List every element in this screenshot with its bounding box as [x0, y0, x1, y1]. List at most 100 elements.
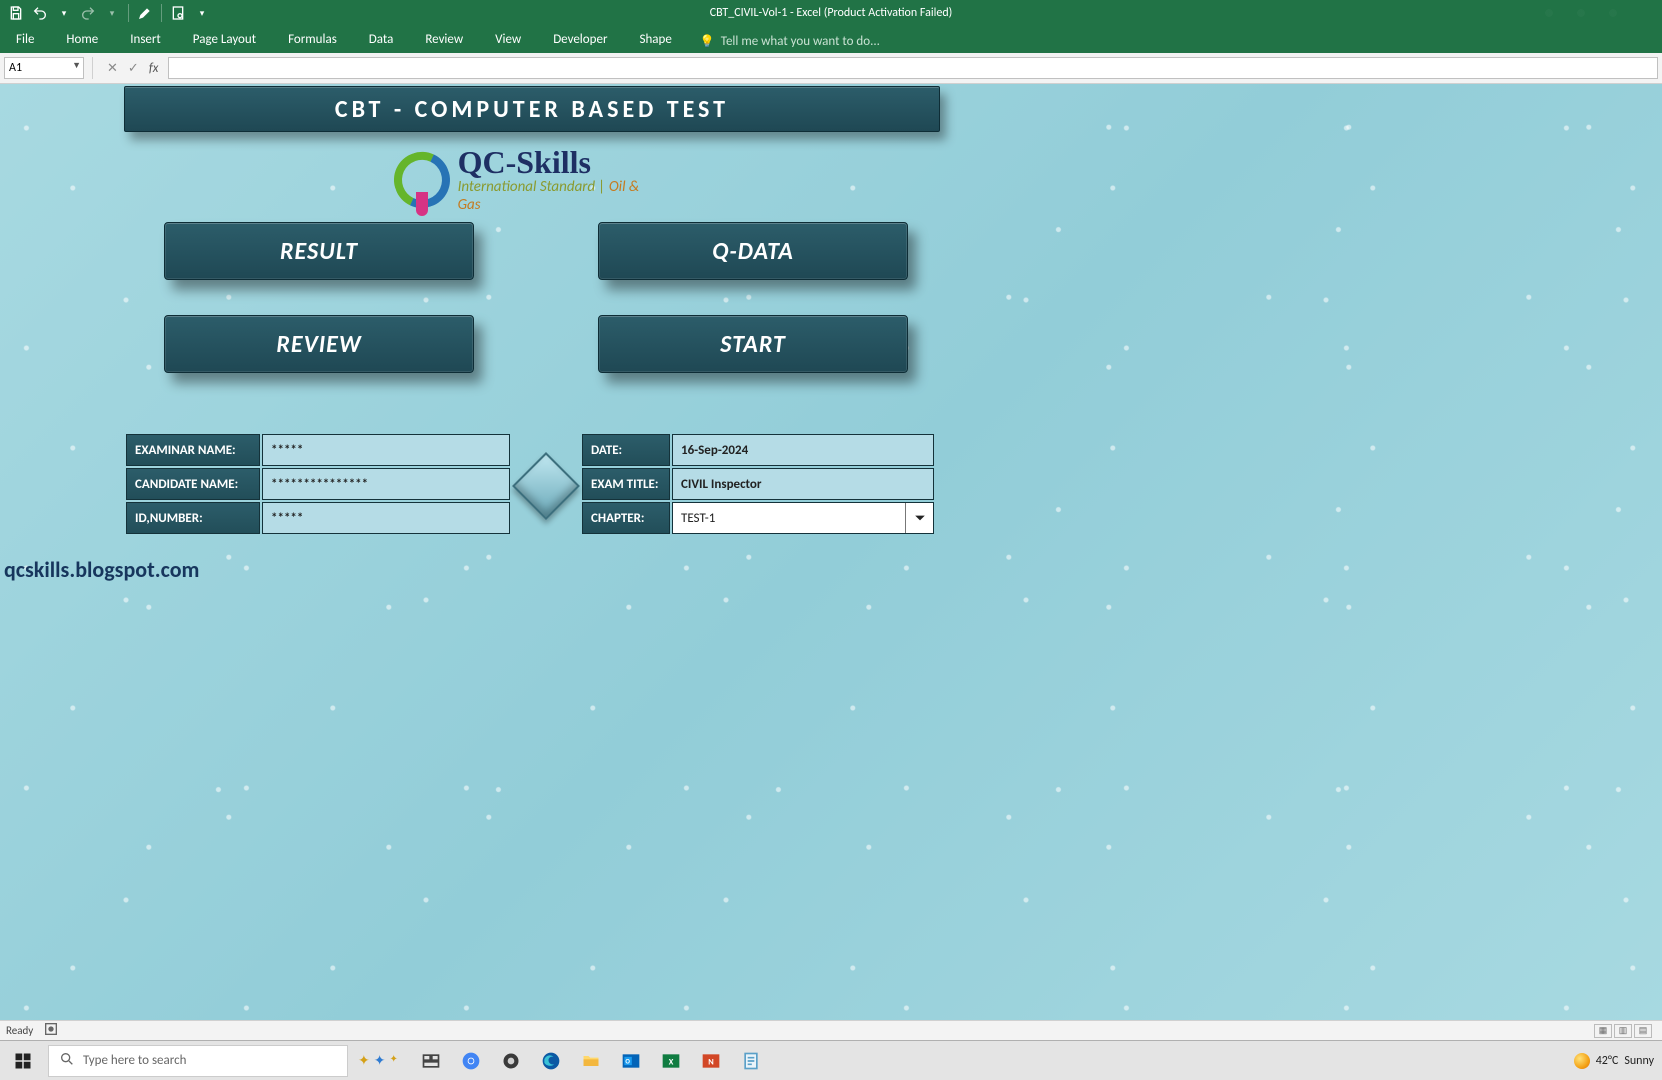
lightbulb-icon: 💡	[700, 34, 715, 49]
tab-home[interactable]: Home	[50, 28, 114, 53]
macro-recorder-icon[interactable]	[43, 1021, 59, 1040]
chapter-dropdown[interactable]: TEST-1	[672, 502, 934, 534]
app-icon-generic[interactable]	[494, 1044, 528, 1078]
formula-tools: ✕ ✓ fx	[101, 61, 164, 76]
view-normal-icon[interactable]: ▦	[1594, 1024, 1612, 1038]
name-box-dropdown-icon[interactable]: ▼	[72, 60, 81, 71]
formula-input[interactable]	[168, 57, 1658, 79]
redo-icon[interactable]	[80, 5, 96, 21]
chapter-selected-value: TEST-1	[681, 511, 715, 526]
file-explorer-icon[interactable]	[574, 1044, 608, 1078]
examinar-name-value: *****	[262, 434, 510, 466]
qdata-button[interactable]: Q-DATA	[598, 222, 908, 280]
logo-tagline-1: International Standard	[458, 178, 596, 196]
start-button[interactable]: START	[598, 315, 908, 373]
name-box[interactable]: A1 ▼	[4, 57, 84, 79]
sparkle-icon-3: ✦	[389, 1052, 397, 1069]
search-icon	[59, 1051, 75, 1071]
powerpoint-icon[interactable]: N	[694, 1044, 728, 1078]
date-label: DATE:	[582, 434, 670, 466]
tab-data[interactable]: Data	[353, 28, 410, 53]
view-page-layout-icon[interactable]: ▥	[1614, 1024, 1632, 1038]
qat-customize-icon[interactable]: ▾	[194, 5, 210, 21]
touch-mode-icon[interactable]	[137, 5, 153, 21]
tab-developer[interactable]: Developer	[537, 28, 623, 53]
windows-taskbar: Type here to search ✦ ✦ ✦ O X N	[0, 1040, 1662, 1080]
cancel-icon[interactable]: ✕	[107, 61, 118, 76]
taskbar-pinned-apps: O X N	[408, 1044, 774, 1078]
info-left-column: EXAMINAR NAME: ***** CANDIDATE NAME: ***…	[126, 434, 510, 538]
svg-text:N: N	[708, 1057, 714, 1067]
worksheet-area[interactable]: CBT - COMPUTER BASED TEST QC-Skills Inte…	[0, 84, 1662, 1020]
candidate-name-label: CANDIDATE NAME:	[126, 468, 260, 500]
undo-more-icon[interactable]: ▾	[56, 5, 72, 21]
enter-icon[interactable]: ✓	[128, 61, 139, 76]
row-candidate: CANDIDATE NAME: ***************	[126, 468, 510, 500]
save-icon[interactable]	[8, 5, 24, 21]
fx-icon[interactable]: fx	[149, 61, 159, 76]
tab-review[interactable]: Review	[409, 28, 479, 53]
start-button-win[interactable]	[2, 1041, 44, 1080]
chrome-icon[interactable]	[454, 1044, 488, 1078]
redo-more-icon[interactable]: ▾	[104, 5, 120, 21]
tell-me-placeholder: Tell me what you want to do...	[721, 34, 880, 49]
logo-line1: QC-Skills	[458, 146, 664, 178]
title-decoration	[1540, 4, 1622, 22]
logo-line2: International Standard | Oil & Gas	[458, 178, 664, 214]
chapter-dropdown-caret[interactable]	[905, 503, 933, 533]
info-right-column: DATE: 16-Sep-2024 EXAM TITLE: CIVIL Insp…	[582, 434, 934, 538]
row-exam-title: EXAM TITLE: CIVIL Inspector	[582, 468, 934, 500]
view-page-break-icon[interactable]: ▤	[1634, 1024, 1652, 1038]
svg-text:X: X	[669, 1057, 674, 1067]
quick-access-toolbar: ▾ ▾ ▾	[0, 4, 218, 22]
formula-bar: A1 ▼ ✕ ✓ fx	[0, 53, 1662, 84]
status-ready: Ready	[6, 1024, 33, 1037]
svg-text:O: O	[625, 1057, 630, 1065]
row-date: DATE: 16-Sep-2024	[582, 434, 934, 466]
qc-skills-logo-mark	[394, 152, 450, 208]
sparkle-icon: ✦	[358, 1052, 370, 1069]
row-chapter: CHAPTER: TEST-1	[582, 502, 934, 534]
result-button[interactable]: RESULT	[164, 222, 474, 280]
candidate-name-value: ***************	[262, 468, 510, 500]
cbt-title-banner: CBT - COMPUTER BASED TEST	[124, 86, 940, 132]
window-title: CBT_CIVIL-Vol-1 - Excel (Product Activat…	[710, 6, 953, 20]
tab-insert[interactable]: Insert	[114, 28, 177, 53]
chapter-label: CHAPTER:	[582, 502, 670, 534]
info-panel: EXAMINAR NAME: ***** CANDIDATE NAME: ***…	[126, 434, 934, 538]
tab-page-layout[interactable]: Page Layout	[177, 28, 272, 53]
row-examinar: EXAMINAR NAME: *****	[126, 434, 510, 466]
undo-icon[interactable]	[32, 5, 48, 21]
outlook-icon[interactable]: O	[614, 1044, 648, 1078]
qat-separator-2	[161, 4, 162, 22]
taskbar-search[interactable]: Type here to search	[48, 1045, 348, 1077]
tab-file[interactable]: File	[0, 28, 50, 53]
sparkle-icon-2: ✦	[374, 1052, 386, 1069]
weather-temp[interactable]: 42°C	[1596, 1054, 1619, 1068]
id-number-label: ID,NUMBER:	[126, 502, 260, 534]
review-button[interactable]: REVIEW	[164, 315, 474, 373]
notepad-icon[interactable]	[734, 1044, 768, 1078]
weather-icon	[1574, 1053, 1590, 1069]
title-bar: ▾ ▾ ▾ CBT_CIVIL-Vol-1 - Excel (Product A…	[0, 0, 1662, 26]
tell-me-search[interactable]: 💡 Tell me what you want to do...	[688, 30, 892, 53]
task-view-icon[interactable]	[414, 1044, 448, 1078]
print-preview-icon[interactable]	[170, 5, 186, 21]
taskbar-right: 42°C Sunny	[1574, 1053, 1660, 1069]
tab-view[interactable]: View	[479, 28, 537, 53]
exam-title-label: EXAM TITLE:	[582, 468, 670, 500]
tab-formulas[interactable]: Formulas	[272, 28, 353, 53]
excel-icon[interactable]: X	[654, 1044, 688, 1078]
row-id: ID,NUMBER: *****	[126, 502, 510, 534]
weather-desc[interactable]: Sunny	[1624, 1054, 1654, 1068]
taskbar-sparkles: ✦ ✦ ✦	[352, 1052, 404, 1069]
qc-skills-logo-text: QC-Skills International Standard | Oil &…	[458, 146, 664, 214]
exam-title-value: CIVIL Inspector	[672, 468, 934, 500]
search-placeholder: Type here to search	[83, 1053, 186, 1068]
tab-shape[interactable]: Shape	[623, 28, 687, 53]
edge-icon[interactable]	[534, 1044, 568, 1078]
date-value: 16-Sep-2024	[672, 434, 934, 466]
qc-skills-logo: QC-Skills International Standard | Oil &…	[394, 142, 664, 218]
name-box-value: A1	[9, 61, 22, 75]
gem-decoration	[514, 434, 578, 538]
